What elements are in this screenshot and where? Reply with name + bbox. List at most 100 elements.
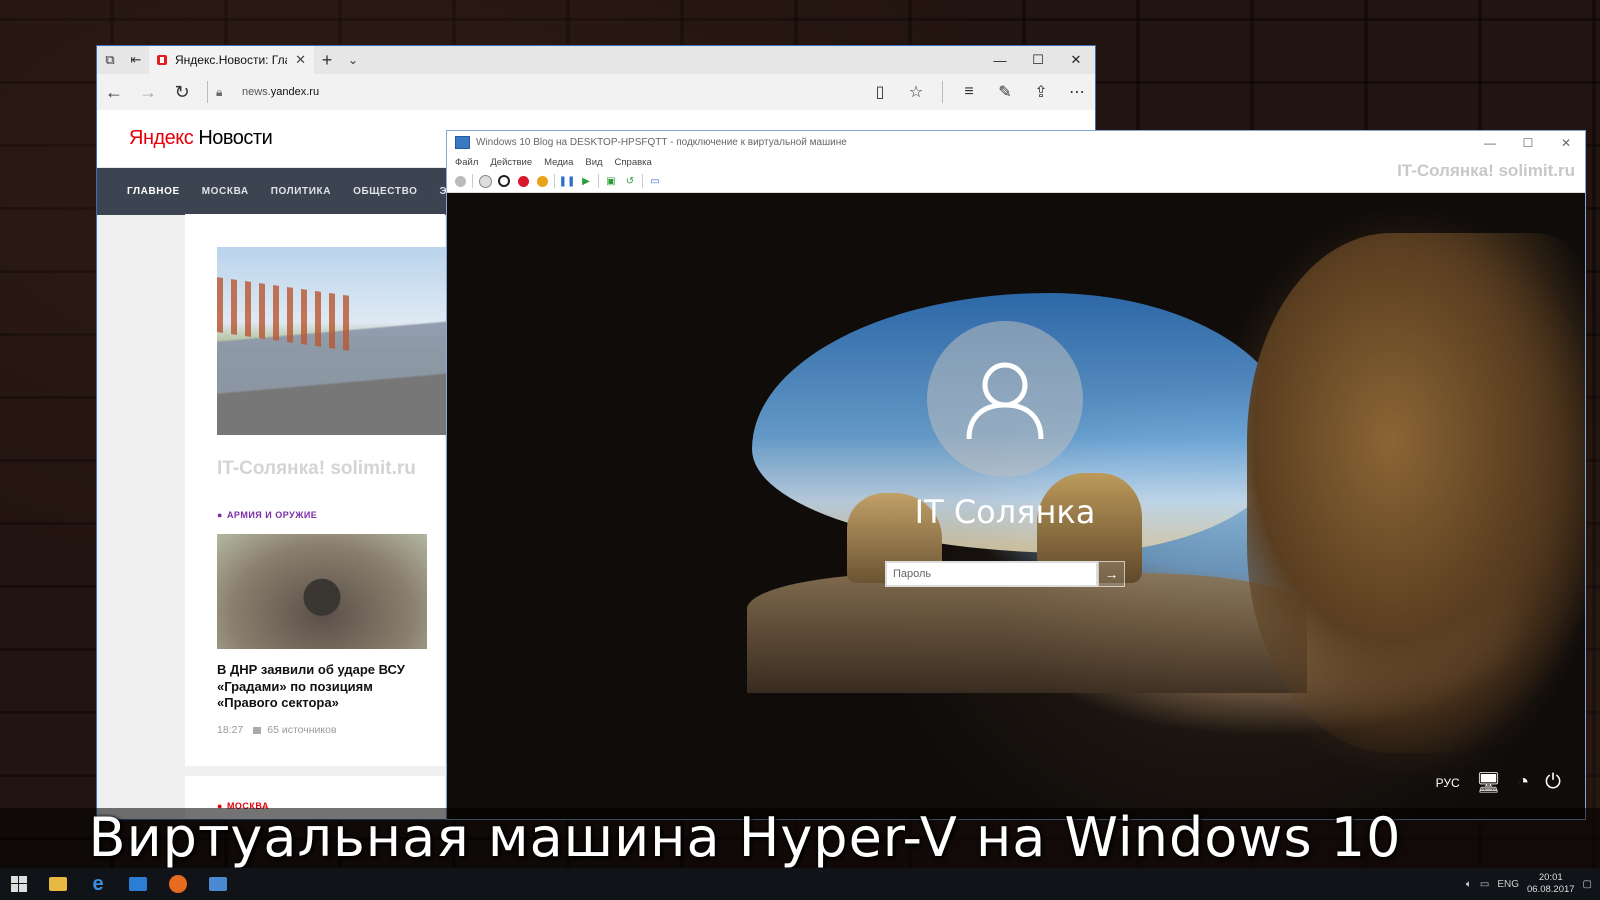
edge-icon[interactable]: e — [78, 868, 118, 900]
tab-preview-chevron-icon[interactable]: ⌄ — [340, 53, 366, 67]
menu-action[interactable]: Действие — [490, 157, 532, 168]
network-icon[interactable]: ▭ — [1480, 879, 1489, 890]
minimize-button[interactable]: — — [1471, 131, 1509, 154]
sources-icon — [253, 726, 262, 734]
new-tab-button[interactable]: + — [314, 50, 340, 71]
system-tray: 🔈︎ ▭ ENG 20:01 06.08.2017 ▢ — [1466, 872, 1600, 896]
nav-item-moscow[interactable]: МОСКВА — [202, 186, 249, 197]
menu-view[interactable]: Вид — [585, 157, 602, 168]
maximize-button[interactable]: ☐ — [1509, 131, 1547, 154]
divider — [598, 174, 599, 188]
vm-titlebar: Windows 10 Blog на DESKTOP-HPSFQTT - под… — [447, 131, 1585, 154]
hub-icon[interactable]: ≡ — [951, 74, 987, 110]
clock[interactable]: 20:01 06.08.2017 — [1527, 872, 1575, 896]
maximize-button[interactable]: ☐ — [1019, 46, 1057, 74]
start-button[interactable] — [0, 868, 38, 900]
network-icon[interactable]: 🖥︎ — [1476, 770, 1501, 795]
clock-date: 06.08.2017 — [1527, 884, 1575, 895]
refresh-icon[interactable]: ↻ — [165, 74, 199, 110]
vm-connect-icon — [455, 136, 470, 149]
favorite-star-icon[interactable]: ☆ — [898, 74, 934, 110]
lock-screen-tray: РУС 🖥︎ ◔ ⏻ — [1436, 770, 1561, 795]
url-field[interactable]: news.yandex.ru — [242, 86, 319, 98]
enhanced-session-icon[interactable]: ▭ — [648, 174, 662, 188]
accessibility-icon[interactable]: ◔ — [1517, 771, 1529, 794]
yandex-news-logo[interactable]: Яндекс Новости — [129, 127, 273, 150]
reading-view-icon[interactable]: ▯ — [862, 74, 898, 110]
watermark: IT-Солянка! solimit.ru — [217, 458, 416, 479]
story-time: 18:27 — [217, 724, 244, 736]
tabs-aside-icon[interactable]: ⇤ — [123, 46, 149, 74]
start-icon[interactable] — [478, 174, 492, 188]
submit-arrow-icon[interactable]: → — [1098, 561, 1125, 587]
password-input[interactable]: Пароль — [885, 561, 1098, 587]
file-explorer-icon[interactable] — [38, 868, 78, 900]
close-window-button[interactable]: ✕ — [1547, 131, 1585, 154]
user-avatar — [927, 321, 1083, 477]
story-headline[interactable]: В ДНР заявили об ударе ВСУ «Градами» по … — [217, 662, 427, 712]
tab-title: Яндекс.Новости: Главн — [175, 53, 287, 67]
menu-help[interactable]: Справка — [615, 157, 652, 168]
url-prefix: news. — [242, 86, 271, 98]
language-indicator[interactable]: РУС — [1436, 776, 1460, 790]
rubric-label[interactable]: АРМИЯ И ОРУЖИЕ — [217, 510, 317, 520]
hyperv-vm-window: Windows 10 Blog на DESKTOP-HPSFQTT - под… — [446, 130, 1586, 820]
caption-text: Виртуальная машина Hyper-V на Windows 10 — [88, 806, 1402, 869]
lock-icon[interactable]: 🔒︎ — [216, 85, 236, 100]
tab-yandex-news[interactable]: Яндекс.Новости: Главн ✕ — [149, 46, 314, 74]
divider — [207, 81, 208, 103]
vm-lock-screen[interactable]: IT Солянка Пароль → РУС 🖥︎ ◔ ⏻ — [447, 193, 1585, 819]
news-column: IT-Солянка! solimit.ru АРМИЯ И ОРУЖИЕ В … — [185, 214, 447, 819]
menu-media[interactable]: Медиа — [544, 157, 573, 168]
watermark: IT-Солянка! solimit.ru — [1397, 161, 1575, 180]
logo-news: Новости — [193, 127, 273, 149]
web-note-icon[interactable]: ✎ — [987, 74, 1023, 110]
hyperv-icon[interactable] — [198, 868, 238, 900]
address-bar: ← → ↻ 🔒︎ news.yandex.ru ▯ ☆ ≡ ✎ ⇪ ⋯ — [97, 74, 1095, 111]
store-icon[interactable] — [118, 868, 158, 900]
close-tab-icon[interactable]: ✕ — [295, 52, 306, 68]
yandex-favicon-icon — [157, 55, 167, 65]
firefox-icon[interactable] — [158, 868, 198, 900]
input-language[interactable]: ENG — [1497, 879, 1519, 890]
nav-item-politics[interactable]: ПОЛИТИКА — [271, 186, 331, 197]
divider — [472, 174, 473, 188]
windows-logo-icon — [11, 876, 27, 892]
back-arrow-icon[interactable]: ← — [97, 74, 131, 110]
story-sources[interactable]: 65 источников — [267, 724, 336, 736]
menu-file[interactable]: Файл — [455, 157, 478, 168]
volume-icon[interactable]: 🔈︎ — [1466, 879, 1472, 890]
logo-yandex: Яндекс — [129, 127, 194, 149]
divider — [942, 81, 943, 103]
close-window-button[interactable]: ✕ — [1057, 46, 1095, 74]
nav-item-main[interactable]: ГЛАВНОЕ — [127, 186, 180, 197]
turn-off-icon[interactable] — [497, 174, 511, 188]
window-controls: — ☐ ✕ — [981, 46, 1095, 74]
window-controls: — ☐ ✕ — [1471, 131, 1585, 159]
checkpoint-icon[interactable]: ▣ — [604, 174, 618, 188]
power-icon[interactable]: ⏻ — [1545, 771, 1561, 794]
tab-bar: ⧉ ⇤ Яндекс.Новости: Главн ✕ + ⌄ — ☐ ✕ — [97, 46, 1095, 74]
action-center-icon[interactable]: ▢ — [1583, 879, 1592, 890]
clock-time: 20:01 — [1538, 872, 1563, 883]
resume-icon[interactable]: ▶ — [579, 174, 593, 188]
story-image[interactable] — [217, 534, 427, 649]
divider — [642, 174, 643, 188]
shut-down-icon[interactable] — [516, 174, 530, 188]
vm-window-title: Windows 10 Blog на DESKTOP-HPSFQTT - под… — [476, 137, 847, 148]
user-icon — [966, 362, 1044, 440]
divider — [554, 174, 555, 188]
more-icon[interactable]: ⋯ — [1059, 74, 1095, 110]
minimize-button[interactable]: — — [981, 46, 1019, 74]
ctrl-alt-del-icon[interactable] — [453, 174, 467, 188]
pause-icon[interactable]: ❚❚ — [559, 174, 576, 188]
nav-item-society[interactable]: ОБЩЕСТВО — [353, 186, 417, 197]
forward-arrow-icon[interactable]: → — [131, 74, 165, 110]
set-aside-tabs-icon[interactable]: ⧉ — [97, 46, 123, 74]
story-image[interactable] — [217, 247, 447, 435]
save-icon[interactable] — [535, 174, 549, 188]
user-name: IT Солянка — [914, 493, 1096, 531]
revert-icon[interactable]: ↺ — [623, 174, 637, 188]
background-beach — [747, 573, 1307, 693]
share-icon[interactable]: ⇪ — [1023, 74, 1059, 110]
